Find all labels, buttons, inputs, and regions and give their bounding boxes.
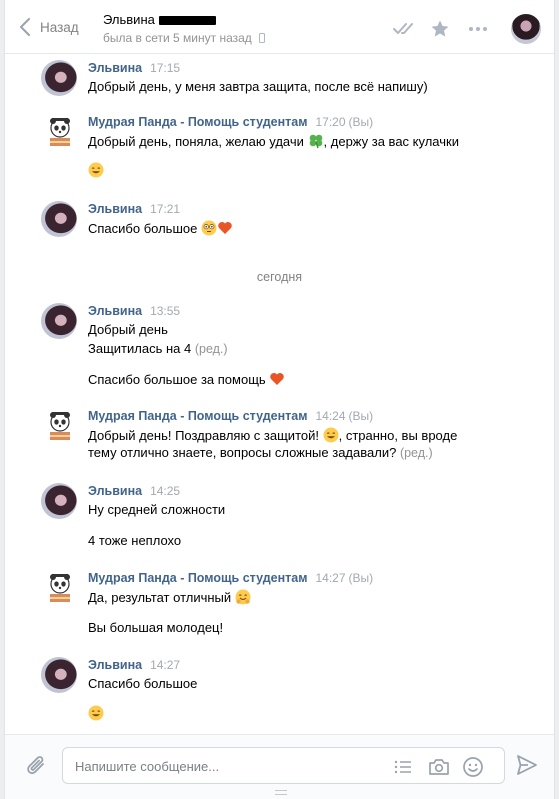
message-time[interactable]: 17:20 [315,115,345,129]
message-time[interactable]: 14:24 [315,409,345,423]
message-text: Добрый день, у меня завтра защита, после… [88,79,428,94]
day-separator: сегодня [256,270,303,284]
message-line: Спасибо большое [88,221,198,236]
message-line: , держу за вас кулачки [323,134,459,149]
back-button[interactable]: Назад [19,17,79,37]
panda-logo-icon [50,574,70,602]
attach-button[interactable] [25,753,49,779]
message-history: Эльвина 17:15 Добрый день, у меня завтра… [5,54,554,734]
message-line: Добрый день, поняла, желаю удачи [88,134,304,149]
author-name[interactable]: Эльвина [88,658,142,672]
author-name[interactable]: Мудрая Панда - Помощь студентам [88,571,307,585]
message-time[interactable]: 14:27 [315,571,345,585]
message-time[interactable]: 14:25 [150,484,180,498]
panda-logo-icon [50,118,70,146]
smile-emoji-icon [88,162,104,178]
message-text: Спасибо большое [88,676,198,691]
you-label: (Вы) [348,115,374,129]
double-check-icon [393,23,413,34]
heart-emoji-icon [270,373,285,385]
panda-logo-icon [50,412,70,440]
message-input-box [62,747,505,784]
camera-icon [429,759,449,775]
author-name[interactable]: Эльвина [88,202,142,216]
author-name[interactable]: Эльвина [88,304,142,318]
peer-name: Эльвина [103,12,155,27]
you-label: (Вы) [348,571,374,585]
smile-icon [463,757,483,777]
message-emoji-line [88,162,104,178]
message-text: Спасибо большое [88,220,233,236]
chevron-left-icon [20,18,30,36]
message-text: Добрый день [88,322,168,337]
peer-avatar[interactable] [511,14,541,44]
message-time[interactable]: 17:21 [150,202,180,216]
back-label: Назад [40,19,79,35]
smile-emoji-icon [88,705,104,721]
chat-header: Назад Эльвина была в сети 5 минут назад [5,0,554,54]
send-button[interactable] [515,753,539,777]
message-text: Добрый день, поняла, желаю удачи , держу… [88,133,459,149]
hugging-emoji-icon [235,589,251,605]
message-text: Ну средней сложности [88,502,226,517]
flushed-emoji-icon [201,220,217,236]
avatar[interactable] [41,408,77,444]
mobile-icon [258,33,265,43]
you-label: (Вы) [348,409,374,423]
message-time[interactable]: 14:27 [150,658,180,672]
avatar[interactable] [41,570,77,606]
author-name[interactable]: Эльвина [88,484,142,498]
clover-emoji-icon [309,134,322,149]
message-text: Вы большая молодец! [88,620,224,635]
message-line: Защитилась на 4 [88,341,192,356]
edited-label[interactable]: (ред.) [195,342,228,356]
more-button[interactable] [465,16,491,42]
message-emoji-line [88,705,104,721]
message-line: Да, результат отличный [88,590,232,605]
avatar[interactable] [41,114,77,150]
heart-emoji-icon [218,222,232,234]
avatar[interactable] [41,483,77,519]
message-time[interactable]: 17:15 [150,61,180,75]
avatar[interactable] [41,303,77,339]
message-text: Спасибо большое за помощь [88,371,285,387]
smile-emoji-icon [323,427,339,443]
avatar[interactable] [41,201,77,237]
message-text: 4 тоже неплохо [88,533,182,548]
avatar[interactable] [41,657,77,693]
peer-info[interactable]: Эльвина была в сети 5 минут назад [103,12,265,45]
camera-button[interactable] [427,755,451,779]
message-text: тему отлично знаете, вопросы сложные зад… [88,445,433,460]
more-dots-icon [469,27,487,31]
message-text: Добрый день! Поздравляю с защитой! , стр… [88,427,457,443]
star-icon [431,20,449,37]
favorite-button[interactable] [427,16,453,42]
message-line: тему отлично знаете, вопросы сложные зад… [88,445,397,460]
author-name[interactable]: Эльвина [88,61,142,75]
edited-label[interactable]: (ред.) [400,446,433,460]
paperclip-icon [27,756,44,775]
chat-window: Назад Эльвина была в сети 5 минут назад [4,0,555,799]
message-line: Добрый день! Поздравляю с защитой! [88,428,319,443]
message-line: , странно, вы вроде [338,428,458,443]
message-input[interactable] [75,757,375,775]
message-line: Спасибо большое за помощь [88,372,266,387]
message-text: Да, результат отличный [88,589,251,605]
author-name[interactable]: Мудрая Панда - Помощь студентам [88,115,307,129]
author-name[interactable]: Мудрая Панда - Помощь студентам [88,409,307,423]
peer-status: была в сети 5 минут назад [103,31,252,45]
templates-button[interactable] [391,755,415,779]
list-icon [394,760,411,774]
message-text: Защитилась на 4 (ред.) [88,341,228,356]
redaction-mark [158,15,216,25]
avatar[interactable] [41,60,77,96]
message-composer [5,734,554,799]
read-status-button[interactable] [393,16,419,42]
send-icon [517,755,537,775]
message-time[interactable]: 13:55 [150,304,180,318]
resize-grip[interactable] [275,790,287,795]
emoji-button[interactable] [461,755,485,779]
